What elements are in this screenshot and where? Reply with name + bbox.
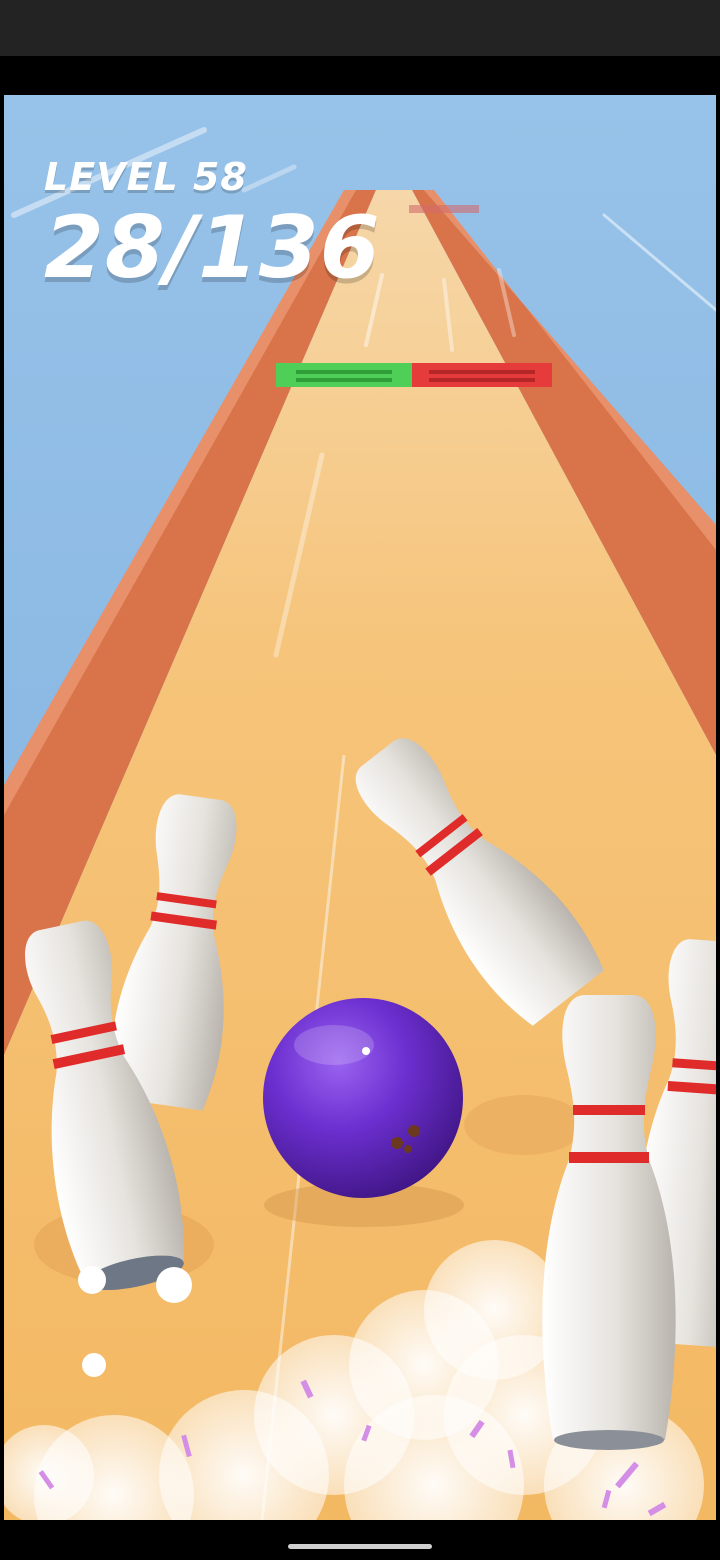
penalty-gate	[412, 363, 552, 387]
pin-shadow	[464, 1095, 584, 1155]
game-scene[interactable]	[4, 95, 716, 1520]
bonus-gate	[276, 363, 412, 387]
distant-marker	[409, 205, 479, 213]
game-viewport[interactable]: LEVEL 58 28/136	[4, 95, 716, 1520]
status-bar	[0, 0, 720, 56]
system-nav-bar	[0, 1520, 720, 1560]
home-indicator[interactable]	[288, 1544, 432, 1549]
top-letterbox	[0, 56, 720, 95]
bowling-ball[interactable]	[263, 998, 464, 1227]
